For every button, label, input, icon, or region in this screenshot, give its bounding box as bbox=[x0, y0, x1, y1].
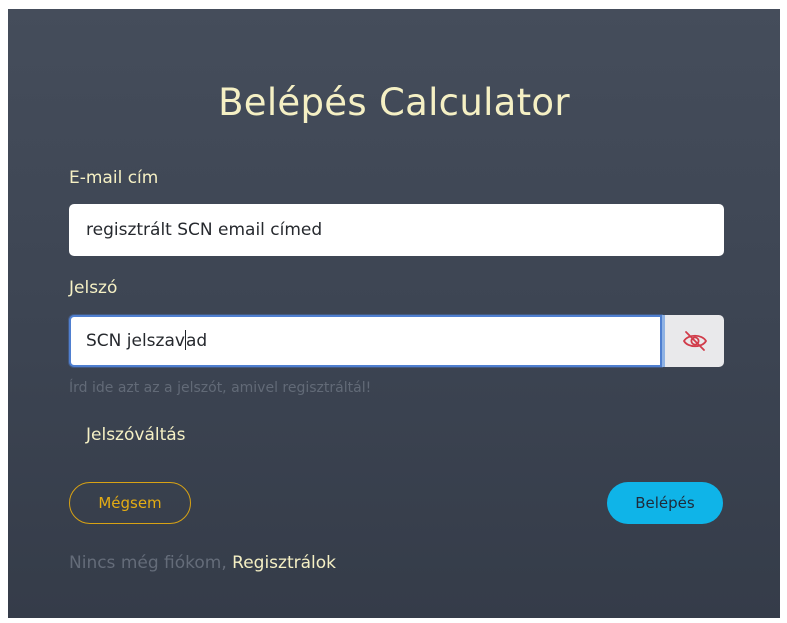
password-value-start: SCN jelszav bbox=[86, 331, 185, 351]
toggle-password-visibility-button[interactable] bbox=[662, 315, 724, 367]
login-button-label: Belépés bbox=[635, 494, 695, 512]
page-title: Belépés Calculator bbox=[218, 81, 570, 124]
register-link[interactable]: Regisztrálok bbox=[232, 553, 336, 573]
register-prompt-text: Nincs még fiókom, bbox=[69, 553, 227, 573]
eye-slash-icon bbox=[682, 330, 708, 352]
cancel-button[interactable]: Mégsem bbox=[69, 482, 191, 524]
change-password-link[interactable]: Jelszóváltás bbox=[86, 425, 186, 445]
password-label: Jelszó bbox=[69, 278, 118, 298]
login-button[interactable]: Belépés bbox=[607, 482, 723, 524]
cancel-button-label: Mégsem bbox=[98, 494, 162, 512]
register-prompt: Nincs még fiókom, Regisztrálok bbox=[69, 553, 336, 573]
email-field[interactable]: regisztrált SCN email címed bbox=[69, 204, 724, 256]
password-field[interactable]: SCN jelszavad bbox=[69, 315, 662, 367]
password-value-end: ad bbox=[185, 331, 208, 351]
email-field-value: regisztrált SCN email címed bbox=[86, 220, 323, 240]
password-hint: Írd ide azt az a jelszót, amivel regiszt… bbox=[69, 380, 372, 396]
login-panel: Belépés Calculator E-mail cím regisztrál… bbox=[8, 9, 780, 618]
email-label: E-mail cím bbox=[69, 168, 159, 188]
